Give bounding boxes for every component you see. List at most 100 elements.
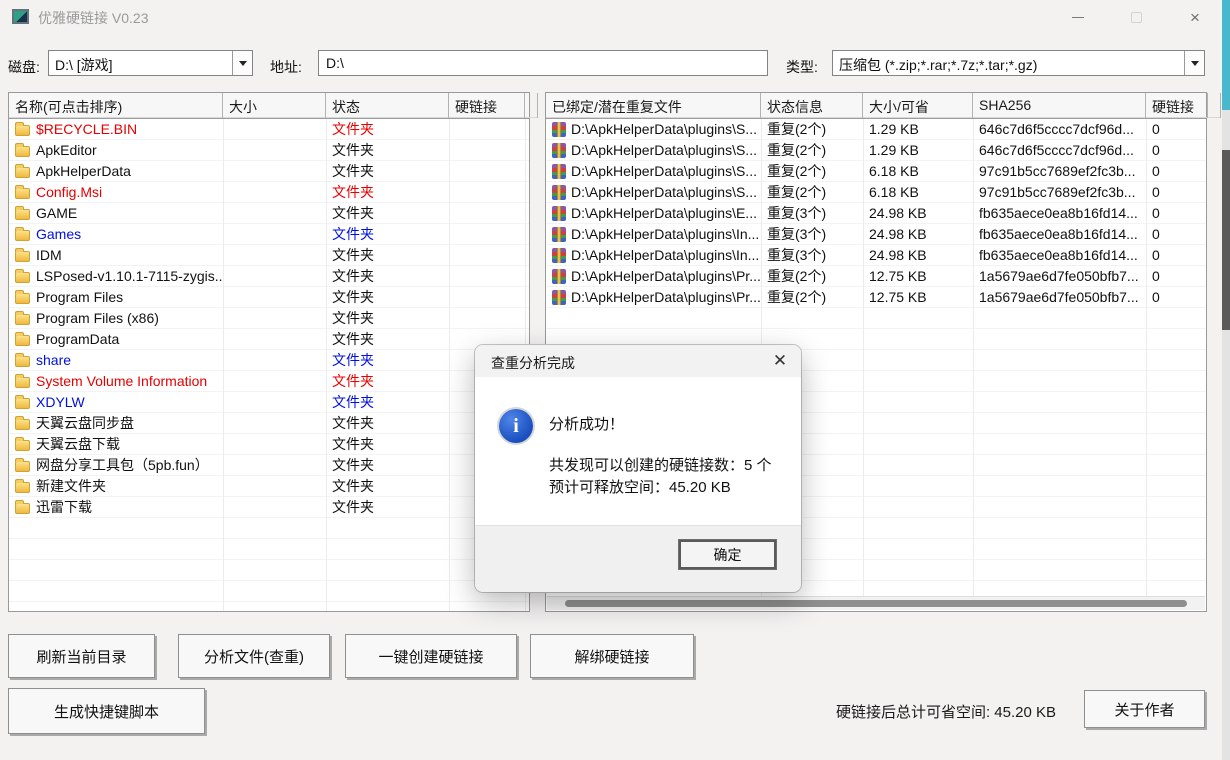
close-icon: ×: [1190, 9, 1200, 26]
folder-name-cell: ProgramData: [9, 329, 223, 350]
hardlink-cell: [449, 140, 525, 161]
hardlink-cell: [449, 287, 525, 308]
hardlink-cell: 0: [1146, 182, 1206, 203]
folder-icon: [15, 230, 30, 241]
column-header[interactable]: 已绑定/潜在重复文件: [546, 93, 761, 118]
hardlink-cell: 0: [1146, 119, 1206, 140]
dialog-close-button[interactable]: ✕: [767, 349, 793, 373]
table-row[interactable]: Program Files (x86)文件夹: [9, 308, 529, 329]
table-row[interactable]: share文件夹: [9, 350, 529, 371]
table-row[interactable]: LSPosed-v1.10.1-7115-zygis...文件夹: [9, 266, 529, 287]
column-header[interactable]: 名称(可点击排序): [9, 93, 223, 118]
table-row[interactable]: Games文件夹: [9, 224, 529, 245]
folder-icon: [15, 356, 30, 367]
table-row[interactable]: D:\ApkHelperData\plugins\In...重复(3个)24.9…: [546, 224, 1206, 245]
size-cell: [223, 203, 326, 224]
status-cell: 文件夹: [326, 245, 449, 266]
table-row[interactable]: D:\ApkHelperData\plugins\S...重复(2个)1.29 …: [546, 119, 1206, 140]
dropdown-arrow-icon: [1191, 61, 1199, 66]
disk-select[interactable]: D:\ [游戏]: [48, 50, 253, 76]
size-cell: 6.18 KB: [863, 161, 973, 182]
status-cell: 文件夹: [326, 182, 449, 203]
minimize-button[interactable]: [1055, 0, 1101, 34]
table-row[interactable]: 新建文件夹文件夹: [9, 476, 529, 497]
table-row[interactable]: D:\ApkHelperData\plugins\E...重复(3个)24.98…: [546, 203, 1206, 224]
archive-icon: [552, 290, 566, 305]
dialog-title-bar: 查重分析完成 ✕: [475, 345, 801, 377]
table-row[interactable]: 天翼云盘下载文件夹: [9, 434, 529, 455]
horizontal-scrollbar[interactable]: [547, 596, 1205, 610]
folder-name-cell: 天翼云盘下载: [9, 434, 223, 455]
size-cell: 1.29 KB: [863, 119, 973, 140]
dialog-title: 查重分析完成: [491, 353, 575, 373]
close-button[interactable]: ×: [1172, 0, 1218, 34]
size-cell: [223, 161, 326, 182]
archive-icon-clasp: [557, 185, 561, 200]
folder-icon: [15, 335, 30, 346]
table-row[interactable]: 网盘分享工具包（5pb.fun）文件夹: [9, 455, 529, 476]
type-label: 类型:: [786, 57, 818, 77]
column-header[interactable]: 硬链接: [449, 93, 525, 118]
table-row[interactable]: Program Files文件夹: [9, 287, 529, 308]
status-cell: 文件夹: [326, 371, 449, 392]
table-row[interactable]: D:\ApkHelperData\plugins\In...重复(3个)24.9…: [546, 245, 1206, 266]
maximize-button[interactable]: [1113, 0, 1159, 34]
hardlink-cell: [449, 308, 525, 329]
column-header[interactable]: 大小/可省: [863, 93, 973, 118]
folder-name-cell: ApkHelperData: [9, 161, 223, 182]
folder-icon: [15, 188, 30, 199]
table-row[interactable]: XDYLW文件夹: [9, 392, 529, 413]
chevron-down-icon[interactable]: [232, 51, 252, 75]
table-row[interactable]: D:\ApkHelperData\plugins\S...重复(2个)1.29 …: [546, 140, 1206, 161]
unbind-hardlinks-button[interactable]: 解绑硬链接: [530, 634, 694, 678]
address-input[interactable]: [318, 50, 768, 76]
generate-script-button[interactable]: 生成快捷键脚本: [8, 688, 205, 734]
table-row[interactable]: IDM文件夹: [9, 245, 529, 266]
info-icon: i: [499, 409, 533, 443]
table-row[interactable]: D:\ApkHelperData\plugins\Pr...重复(2个)12.7…: [546, 266, 1206, 287]
table-row[interactable]: D:\ApkHelperData\plugins\S...重复(2个)6.18 …: [546, 161, 1206, 182]
folder-name: share: [36, 350, 71, 371]
size-cell: [223, 245, 326, 266]
table-row[interactable]: ApkEditor文件夹: [9, 140, 529, 161]
table-row[interactable]: ApkHelperData 文件夹: [9, 161, 529, 182]
folder-name: 新建文件夹: [36, 476, 106, 497]
create-hardlinks-button[interactable]: 一键创建硬链接: [345, 634, 517, 678]
column-header[interactable]: 状态: [326, 93, 449, 118]
column-header[interactable]: 硬链接: [1146, 93, 1208, 118]
table-row[interactable]: $RECYCLE.BIN文件夹: [9, 119, 529, 140]
table-row[interactable]: D:\ApkHelperData\plugins\Pr...重复(2个)12.7…: [546, 287, 1206, 308]
folder-name: System Volume Information: [36, 371, 207, 392]
folder-name: ApkHelperData: [36, 161, 131, 182]
table-row[interactable]: ProgramData文件夹: [9, 329, 529, 350]
analyze-files-button[interactable]: 分析文件(查重): [178, 634, 330, 678]
refresh-directory-button[interactable]: 刷新当前目录: [8, 634, 155, 678]
size-cell: [223, 224, 326, 245]
column-header[interactable]: 大小: [223, 93, 326, 118]
folder-name: 天翼云盘下载: [36, 434, 120, 455]
table-row[interactable]: D:\ApkHelperData\plugins\S...重复(2个)6.18 …: [546, 182, 1206, 203]
ok-button[interactable]: 确定: [678, 539, 777, 570]
column-header[interactable]: SHA256: [973, 93, 1146, 118]
archive-icon-clasp: [557, 290, 561, 305]
table-row[interactable]: Config.Msi文件夹: [9, 182, 529, 203]
table-row[interactable]: 迅雷下载文件夹: [9, 497, 529, 518]
folder-name-cell: Program Files: [9, 287, 223, 308]
about-author-button[interactable]: 关于作者: [1084, 690, 1205, 728]
type-select[interactable]: 压缩包 (*.zip;*.rar;*.7z;*.tar;*.gz): [832, 50, 1205, 76]
table-row[interactable]: System Volume Information 文件夹: [9, 371, 529, 392]
archive-icon: [552, 143, 566, 158]
table-row[interactable]: 天翼云盘同步盘文件夹: [9, 413, 529, 434]
filler-cell: [525, 308, 529, 329]
status-cell: 文件夹: [326, 161, 449, 182]
folder-name-cell: System Volume Information: [9, 371, 223, 392]
column-header[interactable]: 状态信息: [761, 93, 863, 118]
status-cell: 文件夹: [326, 392, 449, 413]
hardlink-cell: 0: [1146, 287, 1206, 308]
scrollbar-thumb[interactable]: [565, 600, 1187, 607]
table-row[interactable]: GAME文件夹: [9, 203, 529, 224]
chevron-down-icon[interactable]: [1184, 51, 1204, 75]
hardlink-cell: [449, 203, 525, 224]
file-path: D:\ApkHelperData\plugins\In...: [571, 224, 759, 245]
folder-icon: [15, 272, 30, 283]
